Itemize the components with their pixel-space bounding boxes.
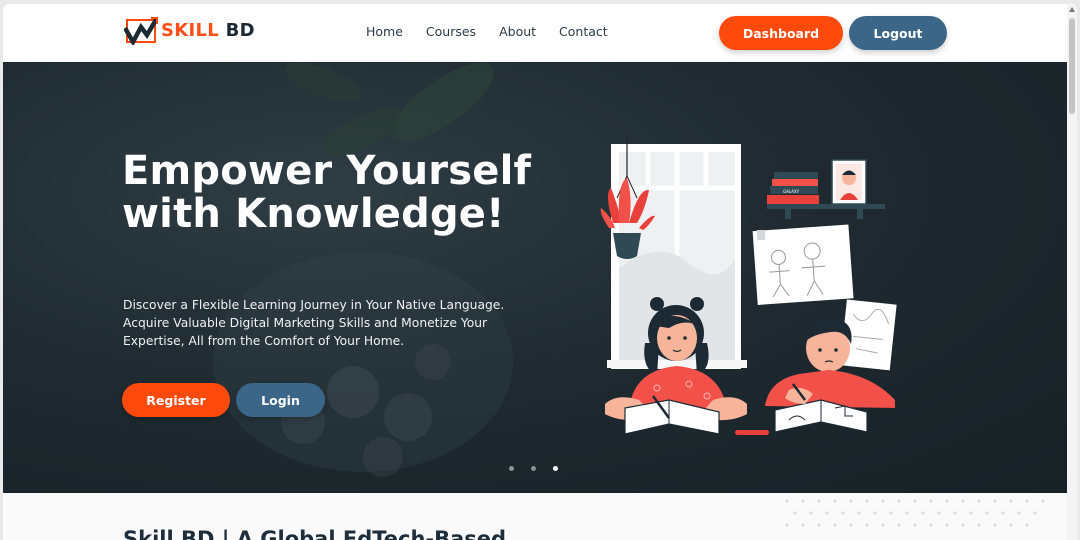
carousel-dot-1[interactable] <box>509 466 514 471</box>
register-button[interactable]: Register <box>122 383 230 417</box>
nav-link-courses[interactable]: Courses <box>426 24 476 39</box>
kids-studying-illustration: GALAXY <box>600 138 897 435</box>
carousel-dot-3[interactable] <box>553 466 558 471</box>
about-section: Skill BD | A Global EdTech-Based <box>3 493 1067 540</box>
login-button[interactable]: Login <box>236 383 325 417</box>
nav-link-contact[interactable]: Contact <box>559 24 608 39</box>
navbar: SKILL BD Home Courses About Contact Dash… <box>3 4 1067 62</box>
browser-window: SKILL BD Home Courses About Contact Dash… <box>3 4 1077 540</box>
section-title: Skill BD | A Global EdTech-Based <box>123 527 507 540</box>
hero-background-image <box>213 63 513 477</box>
dashboard-button[interactable]: Dashboard <box>719 16 843 50</box>
logout-button[interactable]: Logout <box>849 16 947 50</box>
brand-logo[interactable]: SKILL BD <box>124 15 255 45</box>
scrollbar-thumb[interactable] <box>1069 18 1075 114</box>
page-scrollbar[interactable] <box>1067 4 1077 540</box>
skill-bd-logo-icon <box>124 16 158 45</box>
brand-name: SKILL BD <box>161 20 255 41</box>
scroll-up-arrow-icon[interactable] <box>1069 7 1075 12</box>
hero-banner: Empower Yourself with Knowledge! Discove… <box>3 62 1067 493</box>
brand-name-part1: SKILL <box>161 19 220 41</box>
hero-description: Discover a Flexible Learning Journey in … <box>123 298 505 348</box>
brand-name-part2: BD <box>225 19 255 41</box>
nav-link-about[interactable]: About <box>499 24 536 39</box>
carousel-dot-2[interactable] <box>531 466 536 471</box>
hero-title: Empower Yourself with Knowledge! <box>122 148 532 237</box>
nav-link-home[interactable]: Home <box>366 24 403 39</box>
book-spine-label: GALAXY <box>783 189 800 194</box>
nav-links: Home Courses About Contact <box>366 24 608 39</box>
dot-pattern-decoration <box>785 499 1045 527</box>
carousel-indicators <box>509 466 558 471</box>
